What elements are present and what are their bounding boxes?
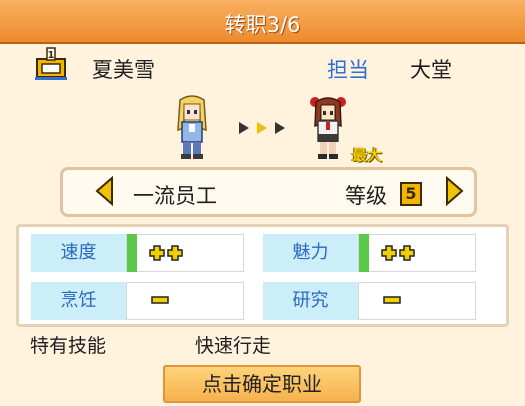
page-title: 转职3/6: [224, 13, 301, 37]
employee-name: 夏美雪: [92, 58, 155, 82]
stat-bar: [127, 234, 137, 272]
double-plus-icon: [381, 245, 415, 261]
stat-value-research: [358, 282, 476, 320]
level-label: 等级: [345, 184, 387, 208]
red-haired-employee-sprite: [306, 94, 350, 160]
max-level-badge: 最大: [352, 146, 383, 164]
previous-job-button[interactable]: [94, 175, 116, 207]
arrow-left-icon: [95, 175, 113, 207]
next-job-button[interactable]: [443, 175, 465, 207]
blonde-employee-sprite: [170, 94, 214, 160]
minus-icon: [151, 296, 169, 304]
stat-value-cooking: [126, 282, 244, 320]
stat-bar: [359, 234, 369, 272]
arrow-right-icon: [446, 175, 464, 207]
special-skill-value: 快速行走: [195, 335, 272, 357]
stat-value-charm: [358, 234, 476, 272]
rank-1-icon: 1: [34, 46, 68, 82]
stat-label-research: 研究: [263, 282, 358, 320]
stat-label-speed: 速度: [31, 234, 126, 272]
stat-label-cooking: 烹饪: [31, 282, 126, 320]
job-name: 一流员工: [133, 184, 217, 208]
double-plus-icon: [149, 245, 183, 261]
title-bar: 转职3/6: [0, 0, 525, 44]
department-value: 大堂: [410, 58, 452, 82]
role-label: 担当: [327, 58, 369, 82]
svg-text:1: 1: [48, 50, 55, 61]
minus-icon: [383, 296, 401, 304]
triple-arrow-icon: [237, 118, 289, 138]
special-skill-label: 特有技能: [30, 335, 107, 357]
stat-value-speed: [126, 234, 244, 272]
level-badge: 5: [400, 182, 422, 206]
stat-label-charm: 魅力: [263, 234, 358, 272]
confirm-job-button[interactable]: 点击确定职业: [163, 365, 361, 403]
